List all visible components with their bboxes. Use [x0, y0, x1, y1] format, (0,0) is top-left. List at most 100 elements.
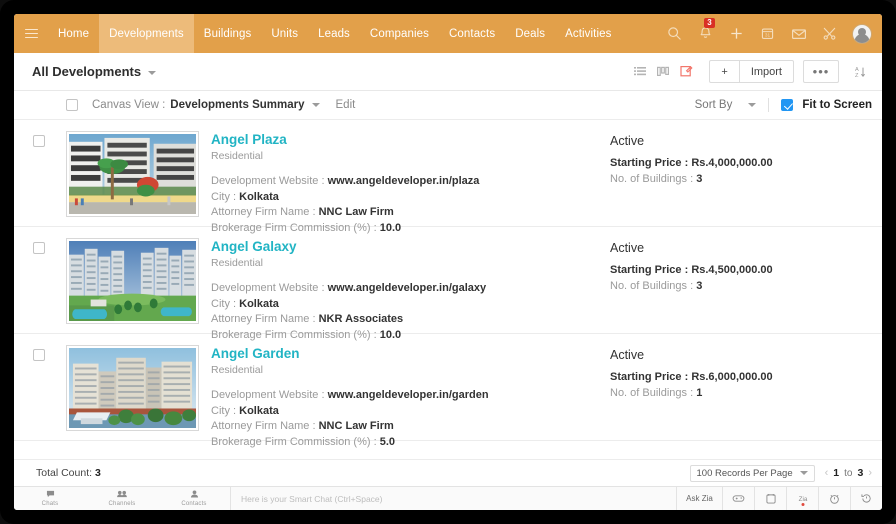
nav-tab-deals[interactable]: Deals — [505, 14, 555, 53]
field-label: Development Website : — [211, 175, 325, 187]
record-checkbox-cell — [33, 345, 66, 361]
search-icon[interactable] — [666, 25, 683, 42]
field-row: Attorney Firm Name : NNC Law Firm — [211, 419, 610, 435]
pagination-controls: 100 Records Per Page ‹ 1 to 3 › — [689, 464, 872, 482]
hamburger-menu-icon[interactable] — [14, 14, 48, 53]
field-row: No. of Buildings : 3 — [610, 172, 868, 188]
records-per-page-select[interactable]: 100 Records Per Page — [689, 464, 815, 482]
status-badge: Active — [610, 134, 645, 148]
field-value: 10.0 — [379, 221, 402, 234]
channels-icon — [117, 490, 127, 500]
sort-by-label[interactable]: Sort By — [695, 99, 733, 111]
record-thumbnail[interactable] — [66, 238, 199, 324]
svg-text:31: 31 — [765, 33, 771, 38]
record-thumbnail[interactable] — [66, 131, 199, 217]
nav-tab-developments[interactable]: Developments — [99, 14, 194, 53]
create-record-button[interactable]: + — [710, 61, 738, 82]
kanban-view-icon[interactable] — [656, 65, 670, 79]
user-avatar[interactable] — [852, 23, 872, 44]
total-count-label: Total Count: — [36, 467, 93, 479]
record-row[interactable]: Angel Galaxy Residential Development Web… — [14, 227, 882, 341]
zia-notification-icon[interactable]: Zia — [786, 487, 818, 510]
fit-to-screen-label: Fit to Screen — [802, 99, 872, 111]
history-clock-icon[interactable] — [850, 487, 882, 510]
ask-zia-label: Ask Zia — [686, 494, 713, 503]
total-count-value: 3 — [94, 467, 101, 479]
field-row: No. of Buildings : 1 — [610, 386, 868, 402]
canvas-edit-link[interactable]: Edit — [336, 99, 356, 111]
prev-page-button[interactable]: ‹ — [825, 467, 829, 479]
chevron-down-icon[interactable] — [148, 70, 157, 75]
record-right-column: Active Starting Price : Rs.6,000,000.00 … — [610, 345, 868, 401]
nav-tab-contacts[interactable]: Contacts — [439, 14, 505, 53]
tools-icon[interactable] — [821, 25, 838, 42]
record-row[interactable]: Angel Plaza Residential Development Webs… — [14, 120, 882, 234]
total-count: Total Count: 3 — [36, 467, 101, 479]
game-controller-icon[interactable] — [722, 487, 754, 510]
field-label: Attorney Firm Name : — [211, 313, 316, 325]
mail-icon[interactable] — [790, 25, 807, 42]
notification-bell-icon[interactable]: 3 — [697, 18, 715, 42]
field-row: Brokerage Firm Commission (%) : 10.0 — [211, 221, 610, 237]
import-button[interactable]: Import — [738, 61, 793, 82]
toolbar-divider — [768, 98, 770, 112]
canvas-view-icon[interactable] — [679, 64, 694, 79]
device-frame: Home Developments Buildings Units Leads … — [0, 0, 896, 524]
fit-to-screen-checkbox[interactable] — [781, 99, 794, 111]
nav-tab-buildings[interactable]: Buildings — [194, 14, 262, 53]
dock-tab-channels[interactable]: Channels — [86, 487, 158, 510]
record-checkbox[interactable] — [33, 135, 45, 147]
record-row[interactable]: Angel Garden Residential Development Web… — [14, 334, 882, 448]
module-header: All Developments + Import ••• AZ — [14, 53, 882, 91]
smart-chat-input[interactable]: Here is your Smart Chat (Ctrl+Space) — [230, 487, 676, 510]
record-fields: Angel Garden Residential Development Web… — [211, 345, 610, 450]
add-icon[interactable] — [728, 25, 745, 42]
dock-tab-label: Contacts — [181, 501, 207, 507]
field-value: 5.0 — [379, 435, 395, 448]
page-title[interactable]: All Developments — [32, 64, 157, 79]
record-right-column: Active Starting Price : Rs.4,500,000.00 … — [610, 238, 868, 294]
dock-tab-chats[interactable]: Chats — [14, 487, 86, 510]
canvas-view-chevron-down-icon[interactable] — [311, 103, 320, 107]
nav-tab-label: Leads — [318, 27, 350, 40]
field-label: Development Website : — [211, 282, 325, 294]
field-label: No. of Buildings : — [610, 386, 694, 399]
nav-tab-label: Deals — [515, 27, 546, 40]
list-view-icon[interactable] — [633, 65, 647, 79]
view-switcher — [633, 64, 694, 79]
record-title[interactable]: Angel Garden — [211, 346, 610, 362]
sort-alpha-icon[interactable]: AZ — [848, 65, 872, 79]
ask-zia-button[interactable]: Ask Zia — [676, 487, 722, 510]
field-label: Development Website : — [211, 389, 325, 401]
record-title[interactable]: Angel Plaza — [211, 132, 610, 148]
canvas-view-value[interactable]: Developments Summary — [170, 99, 304, 111]
field-label: No. of Buildings : — [610, 279, 694, 292]
record-checkbox[interactable] — [33, 242, 45, 254]
field-label: Starting Price : — [610, 264, 689, 276]
calendar-bell-icon[interactable] — [754, 487, 786, 510]
svg-text:Zia: Zia — [798, 496, 807, 503]
record-list: Angel Plaza Residential Development Webs… — [14, 120, 882, 459]
nav-tab-companies[interactable]: Companies — [360, 14, 439, 53]
record-title[interactable]: Angel Galaxy — [211, 239, 610, 255]
sort-by-chevron-down-icon[interactable] — [748, 103, 757, 107]
nav-tab-home[interactable]: Home — [48, 14, 99, 53]
angel-plaza-building-photo — [69, 134, 196, 214]
chevron-down-icon — [799, 471, 808, 475]
pager: ‹ 1 to 3 › — [825, 467, 872, 479]
record-checkbox[interactable] — [33, 349, 45, 361]
more-actions-button[interactable]: ••• — [803, 60, 839, 83]
nav-tab-units[interactable]: Units — [261, 14, 308, 53]
field-label: Brokerage Firm Commission (%) : — [211, 435, 377, 448]
select-all-checkbox[interactable] — [66, 99, 78, 111]
alarm-clock-icon[interactable] — [818, 487, 850, 510]
nav-tab-activities[interactable]: Activities — [555, 14, 621, 53]
dock-tab-contacts[interactable]: Contacts — [158, 487, 230, 510]
nav-tab-leads[interactable]: Leads — [308, 14, 360, 53]
chat-dock: Chats Channels Contacts Here is your Sma… — [14, 486, 882, 510]
calendar-icon[interactable]: 31 — [759, 25, 776, 42]
next-page-button[interactable]: › — [868, 467, 872, 479]
record-thumbnail[interactable] — [66, 345, 199, 431]
record-subtitle: Residential — [211, 364, 263, 376]
record-checkbox-cell — [33, 238, 66, 254]
